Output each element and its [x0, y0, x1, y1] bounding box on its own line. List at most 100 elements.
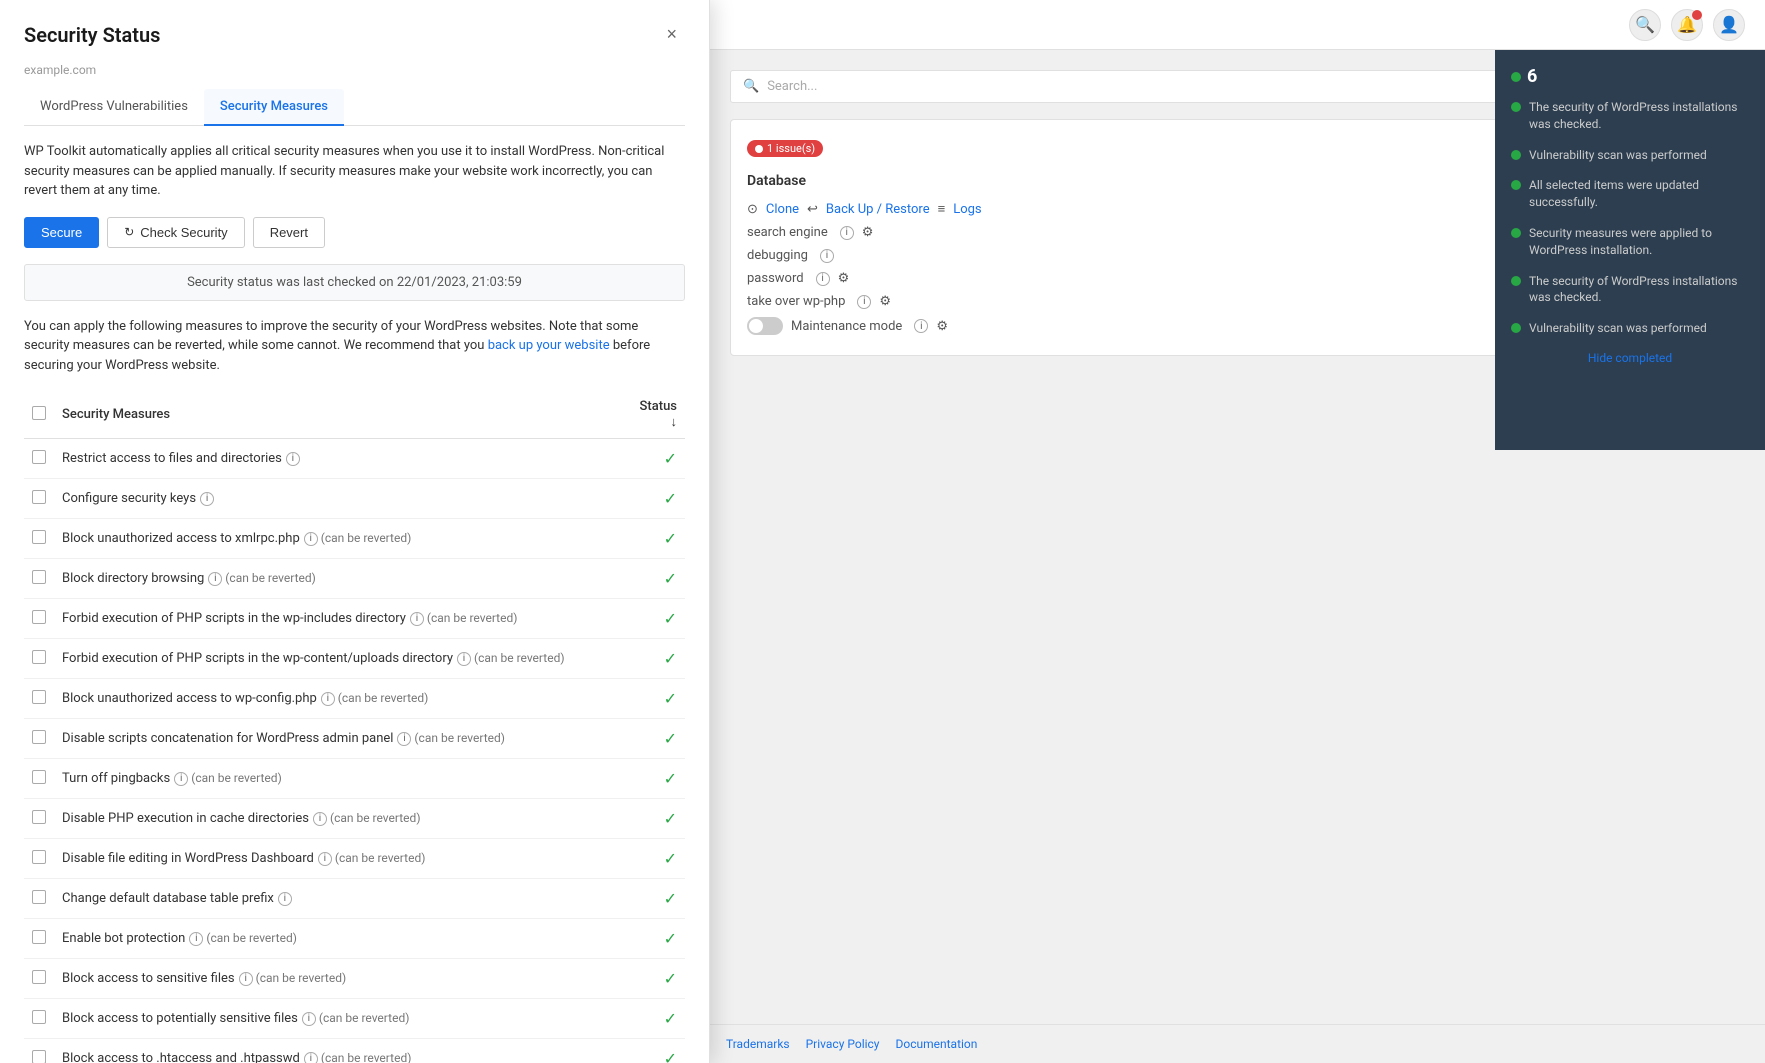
row-checkbox-2[interactable] [32, 530, 46, 544]
notification-badge [1692, 10, 1702, 20]
password-info-icon[interactable]: i [816, 272, 830, 286]
status-ok-icon: ✓ [664, 969, 677, 988]
logs-link[interactable]: Logs [953, 202, 981, 217]
footer-trademarks-link[interactable]: Trademarks [726, 1037, 790, 1051]
maintenance-info-icon[interactable]: i [914, 319, 928, 333]
tab-vulnerabilities[interactable]: WordPress Vulnerabilities [24, 89, 204, 126]
debugging-label: debugging [747, 248, 808, 263]
tab-security-measures[interactable]: Security Measures [204, 89, 344, 126]
notification-count: 6 [1511, 66, 1749, 87]
status-ok-icon: ✓ [664, 929, 677, 948]
row-status-1: ✓ [632, 479, 685, 519]
row-info-icon-10[interactable]: i [318, 852, 332, 866]
issue-badge: 1 issue(s) [747, 140, 823, 157]
row-checkbox-5[interactable] [32, 650, 46, 664]
row-checkbox-14[interactable] [32, 1010, 46, 1024]
status-ok-icon: ✓ [664, 569, 677, 588]
row-revert-label-12: (can be reverted) [203, 931, 297, 945]
modal-close-button[interactable]: × [658, 20, 685, 49]
row-checkbox-3[interactable] [32, 570, 46, 584]
measures-table: Security Measures Status ↓ Restrict acce… [24, 391, 685, 1063]
select-all-checkbox[interactable] [32, 406, 46, 420]
row-info-icon-9[interactable]: i [313, 812, 327, 826]
row-info-icon-13[interactable]: i [239, 972, 253, 986]
row-checkbox-1[interactable] [32, 490, 46, 504]
user-button[interactable]: 👤 [1713, 9, 1745, 41]
row-info-icon-7[interactable]: i [397, 732, 411, 746]
refresh-icon: ↻ [124, 225, 134, 239]
row-label-7: Disable scripts concatenation for WordPr… [54, 719, 632, 759]
clone-link[interactable]: Clone [766, 202, 799, 217]
footer-documentation-link[interactable]: Documentation [895, 1037, 977, 1051]
notif-item-1: The security of WordPress installations … [1511, 99, 1749, 133]
row-info-icon-3[interactable]: i [208, 572, 222, 586]
row-label-11: Change default database table prefixi [54, 879, 632, 919]
row-status-3: ✓ [632, 559, 685, 599]
row-status-15: ✓ [632, 1039, 685, 1063]
row-checkbox-9[interactable] [32, 810, 46, 824]
row-status-12: ✓ [632, 919, 685, 959]
row-checkbox-8[interactable] [32, 770, 46, 784]
backup-icon: ↩ [807, 202, 818, 217]
table-row: Change default database table prefixi✓ [24, 879, 685, 919]
row-status-4: ✓ [632, 599, 685, 639]
maintenance-label: Maintenance mode [791, 319, 902, 334]
check-security-button[interactable]: ↻ Check Security [107, 217, 244, 248]
row-status-10: ✓ [632, 839, 685, 879]
revert-button[interactable]: Revert [253, 217, 325, 248]
row-checkbox-12[interactable] [32, 930, 46, 944]
table-row: Restrict access to files and directories… [24, 439, 685, 479]
debugging-info-icon[interactable]: i [820, 249, 834, 263]
status-ok-icon: ✓ [664, 849, 677, 868]
search-engine-info-icon[interactable]: i [840, 226, 854, 240]
search-button[interactable]: 🔍 [1629, 9, 1661, 41]
row-checkbox-10[interactable] [32, 850, 46, 864]
secure-button[interactable]: Secure [24, 217, 99, 248]
row-info-icon-2[interactable]: i [304, 532, 318, 546]
backup-link[interactable]: back up your website [488, 338, 610, 353]
row-info-icon-8[interactable]: i [174, 772, 188, 786]
takeover-info-icon[interactable]: i [857, 295, 871, 309]
status-ok-icon: ✓ [664, 689, 677, 708]
row-info-icon-15[interactable]: i [304, 1052, 318, 1063]
row-checkbox-0[interactable] [32, 450, 46, 464]
row-info-icon-4[interactable]: i [410, 612, 424, 626]
status-ok-icon: ✓ [664, 609, 677, 628]
row-revert-label-13: (can be reverted) [253, 971, 347, 985]
notif-dot-6 [1511, 323, 1521, 333]
table-row: Block access to sensitive filesi (can be… [24, 959, 685, 999]
backup-restore-link[interactable]: Back Up / Restore [826, 202, 930, 217]
row-checkbox-15[interactable] [32, 1050, 46, 1063]
row-checkbox-13[interactable] [32, 970, 46, 984]
hide-completed-link[interactable]: Hide completed [1511, 351, 1749, 365]
notif-count-dot [1511, 72, 1521, 82]
row-checkbox-7[interactable] [32, 730, 46, 744]
table-row: Block access to .htaccess and .htpasswdi… [24, 1039, 685, 1063]
security-modal: Security Status × example.com WordPress … [0, 0, 710, 1063]
info-text: You can apply the following measures to … [24, 317, 685, 376]
row-revert-label-7: (can be reverted) [411, 731, 505, 745]
table-row: Forbid execution of PHP scripts in the w… [24, 639, 685, 679]
status-ok-icon: ✓ [664, 449, 677, 468]
row-info-icon-12[interactable]: i [189, 932, 203, 946]
row-info-icon-0[interactable]: i [286, 452, 300, 466]
notifications-button[interactable]: 🔔 [1671, 9, 1703, 41]
row-info-icon-6[interactable]: i [321, 692, 335, 706]
row-info-icon-1[interactable]: i [200, 492, 214, 506]
maintenance-toggle[interactable] [747, 317, 783, 335]
row-checkbox-4[interactable] [32, 610, 46, 624]
takeover-settings-icon: ⚙ [879, 294, 891, 309]
row-info-icon-11[interactable]: i [278, 892, 292, 906]
footer-privacy-link[interactable]: Privacy Policy [806, 1037, 880, 1051]
row-info-icon-5[interactable]: i [457, 652, 471, 666]
row-revert-label-10: (can be reverted) [332, 851, 426, 865]
notif-text-5: The security of WordPress installations … [1529, 273, 1749, 307]
check-security-label: Check Security [140, 225, 227, 240]
row-checkbox-11[interactable] [32, 890, 46, 904]
row-checkbox-6[interactable] [32, 690, 46, 704]
status-sort-label[interactable]: Status ↓ [640, 399, 677, 430]
row-info-icon-14[interactable]: i [302, 1012, 316, 1026]
row-label-0: Restrict access to files and directories… [54, 439, 632, 479]
status-ok-icon: ✓ [664, 529, 677, 548]
search-icon: 🔍 [743, 79, 759, 94]
